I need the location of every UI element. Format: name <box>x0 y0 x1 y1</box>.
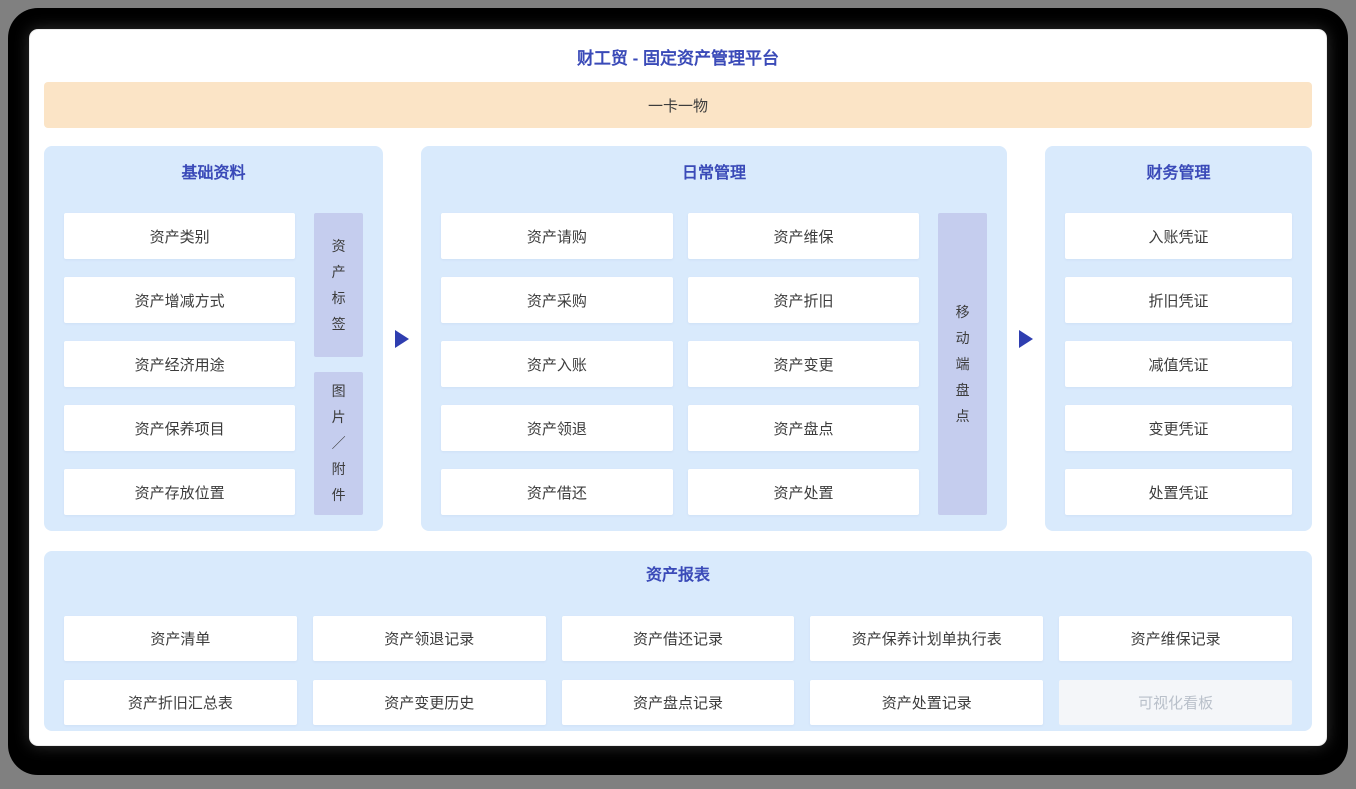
arrow-gap-left <box>383 146 421 531</box>
report-maintenance-record[interactable]: 资产维保记录 <box>1059 616 1292 661</box>
panel-daily-title: 日常管理 <box>441 163 987 185</box>
module-asset-inventory[interactable]: 资产盘点 <box>688 405 920 451</box>
report-depreciation-summary[interactable]: 资产折旧汇总表 <box>64 680 297 725</box>
panel-finance-management: 财务管理 入账凭证 折旧凭证 减值凭证 变更凭证 处置凭证 <box>1045 146 1312 531</box>
panel-basic-body: 资产类别 资产增减方式 资产经济用途 资产保养项目 资产存放位置 资产标签 图片… <box>64 213 363 515</box>
finance-items-column: 入账凭证 折旧凭证 减值凭证 变更凭证 处置凭证 <box>1065 213 1292 515</box>
module-asset-maintenance-item[interactable]: 资产保养项目 <box>64 405 295 451</box>
module-disposal-voucher[interactable]: 处置凭证 <box>1065 469 1292 515</box>
report-visual-dashboard-disabled: 可视化看板 <box>1059 680 1292 725</box>
asset-tag-strip: 资产标签 <box>314 213 363 357</box>
daily-strip-column: 移动端盘点 <box>938 213 987 515</box>
arrow-gap-right <box>1007 146 1045 531</box>
asset-tag-strip-label: 资产标签 <box>331 233 347 337</box>
module-asset-maintenance[interactable]: 资产维保 <box>688 213 920 259</box>
image-attachment-strip: 图片／附件 <box>314 372 363 516</box>
panel-finance-title: 财务管理 <box>1065 163 1292 185</box>
module-asset-storage-location[interactable]: 资产存放位置 <box>64 469 295 515</box>
report-disposal-record[interactable]: 资产处置记录 <box>810 680 1043 725</box>
panel-basic-data: 基础资料 资产类别 资产增减方式 资产经济用途 资产保养项目 资产存放位置 资产… <box>44 146 383 531</box>
one-card-one-item-banner: 一卡一物 <box>44 82 1312 128</box>
panel-daily-management: 日常管理 资产请购 资产采购 资产入账 资产领退 资产借还 资产维保 资产折旧 … <box>421 146 1007 531</box>
basic-strips-column: 资产标签 图片／附件 <box>314 213 363 515</box>
banner-label: 一卡一物 <box>648 95 708 116</box>
module-asset-change-mode[interactable]: 资产增减方式 <box>64 277 295 323</box>
right-arrow-icon <box>395 330 409 348</box>
platform-diagram-card: 财工贸 - 固定资产管理平台 一卡一物 基础资料 资产类别 资产增减方式 资产经… <box>30 30 1326 745</box>
module-asset-economic-use[interactable]: 资产经济用途 <box>64 341 295 387</box>
report-asset-list[interactable]: 资产清单 <box>64 616 297 661</box>
right-arrow-icon <box>1019 330 1033 348</box>
image-attachment-strip-label: 图片／附件 <box>331 378 347 508</box>
module-asset-change[interactable]: 资产变更 <box>688 341 920 387</box>
report-issue-return-record[interactable]: 资产领退记录 <box>313 616 546 661</box>
panel-finance-body: 入账凭证 折旧凭证 减值凭证 变更凭证 处置凭证 <box>1065 213 1292 515</box>
module-depreciation-voucher[interactable]: 折旧凭证 <box>1065 277 1292 323</box>
module-asset-purchase[interactable]: 资产采购 <box>441 277 673 323</box>
basic-items-column: 资产类别 资产增减方式 资产经济用途 资产保养项目 资产存放位置 <box>64 213 295 515</box>
module-asset-borrow-return[interactable]: 资产借还 <box>441 469 673 515</box>
panel-basic-title: 基础资料 <box>64 163 363 185</box>
column-gap <box>673 213 688 515</box>
panel-asset-reports: 资产报表 资产清单 资产领退记录 资产借还记录 资产保养计划单执行表 资产维保记… <box>44 551 1312 731</box>
reports-grid: 资产清单 资产领退记录 资产借还记录 资产保养计划单执行表 资产维保记录 资产折… <box>64 616 1292 725</box>
module-asset-issue-return[interactable]: 资产领退 <box>441 405 673 451</box>
panel-reports-title: 资产报表 <box>64 565 1292 587</box>
module-entry-voucher[interactable]: 入账凭证 <box>1065 213 1292 259</box>
page-title: 财工贸 - 固定资产管理平台 <box>44 30 1312 82</box>
report-change-history[interactable]: 资产变更历史 <box>313 680 546 725</box>
report-inventory-record[interactable]: 资产盘点记录 <box>562 680 795 725</box>
module-impairment-voucher[interactable]: 减值凭证 <box>1065 341 1292 387</box>
module-change-voucher[interactable]: 变更凭证 <box>1065 405 1292 451</box>
mobile-inventory-strip-label: 移动端盘点 <box>955 299 971 429</box>
daily-items-column-1: 资产请购 资产采购 资产入账 资产领退 资产借还 <box>441 213 673 515</box>
daily-items-column-2: 资产维保 资产折旧 资产变更 资产盘点 资产处置 <box>688 213 920 515</box>
module-asset-accounting-entry[interactable]: 资产入账 <box>441 341 673 387</box>
module-asset-disposal[interactable]: 资产处置 <box>688 469 920 515</box>
panel-daily-body: 资产请购 资产采购 资产入账 资产领退 资产借还 资产维保 资产折旧 资产变更 … <box>441 213 987 515</box>
module-asset-requisition[interactable]: 资产请购 <box>441 213 673 259</box>
main-sections-row: 基础资料 资产类别 资产增减方式 资产经济用途 资产保养项目 资产存放位置 资产… <box>44 146 1312 531</box>
module-asset-category[interactable]: 资产类别 <box>64 213 295 259</box>
mobile-inventory-strip: 移动端盘点 <box>938 213 987 515</box>
report-borrow-return-record[interactable]: 资产借还记录 <box>562 616 795 661</box>
module-asset-depreciation[interactable]: 资产折旧 <box>688 277 920 323</box>
report-maintenance-plan-execution[interactable]: 资产保养计划单执行表 <box>810 616 1043 661</box>
